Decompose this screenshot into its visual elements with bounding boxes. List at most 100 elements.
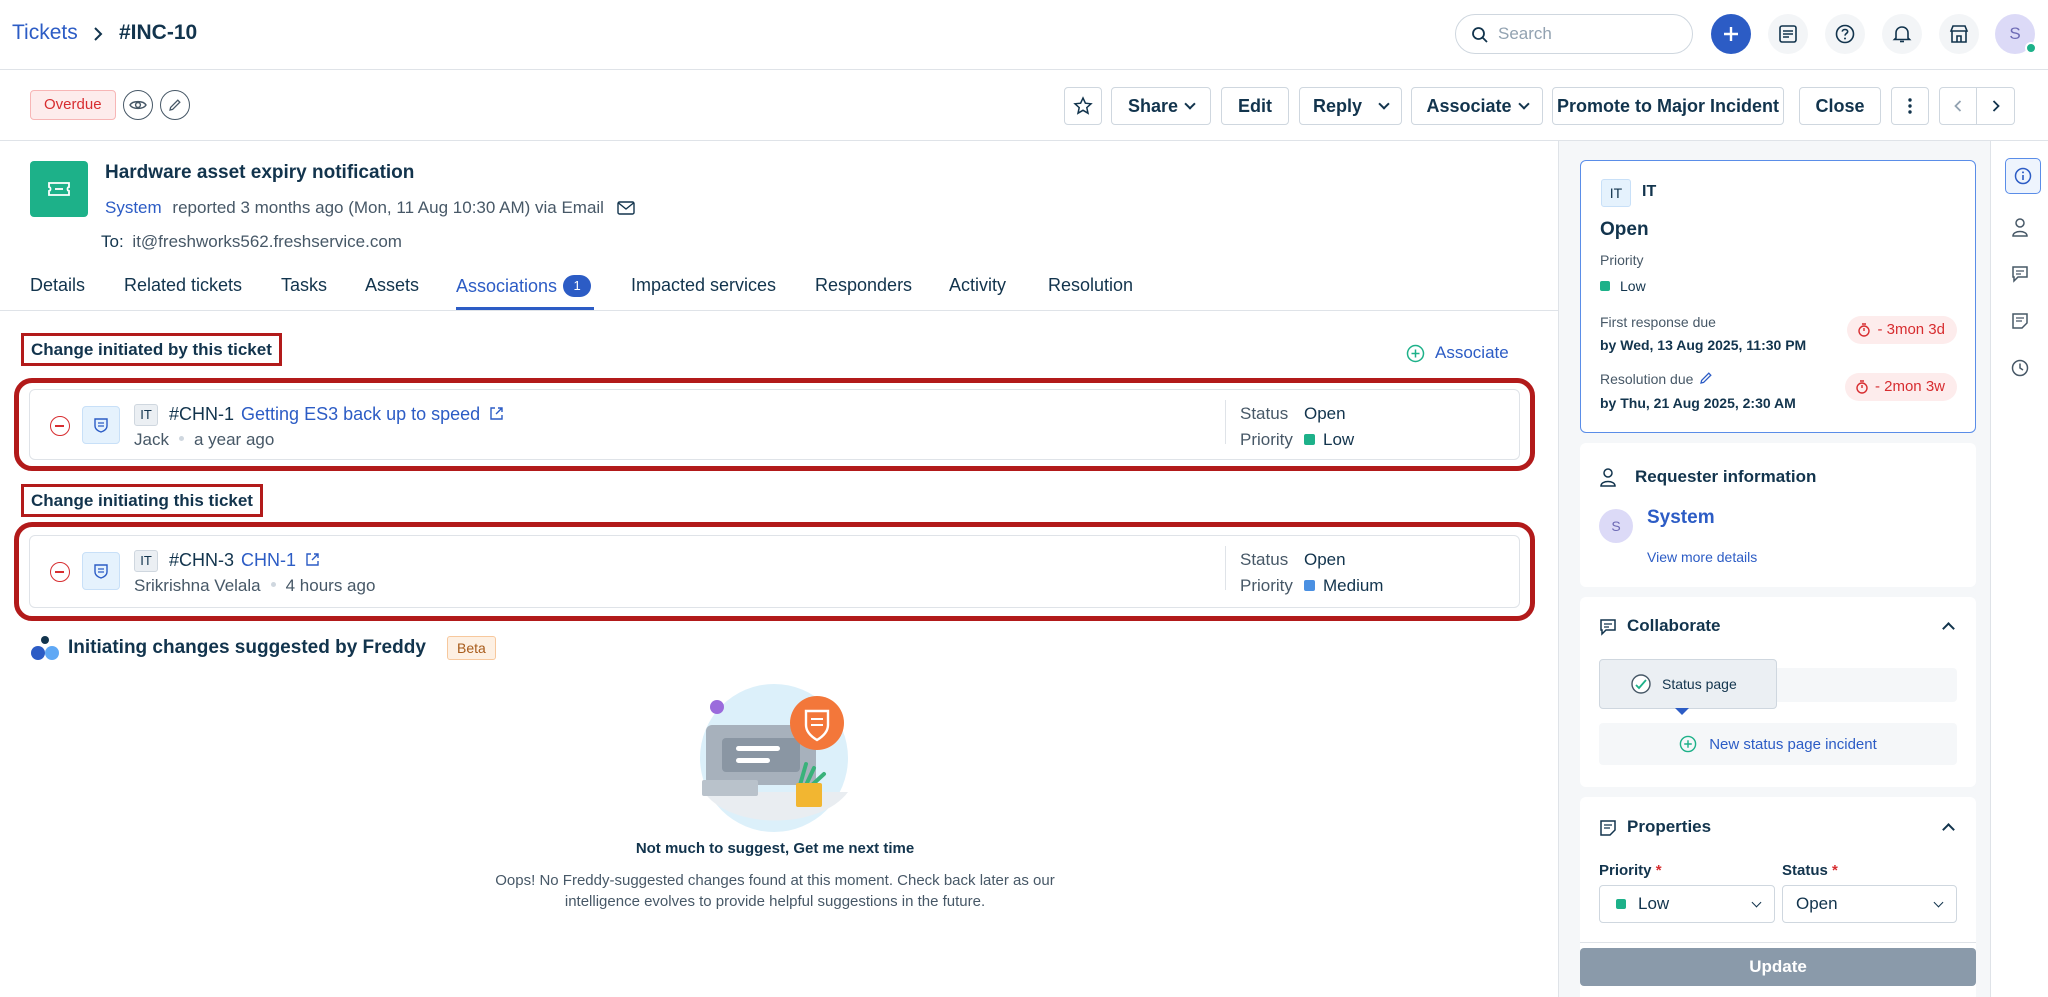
edit-ticket-icon-button[interactable]: [160, 90, 190, 120]
associate-link-label: Associate: [1435, 343, 1509, 362]
ticket-status: Open: [1600, 219, 1649, 240]
freddy-icon: [30, 634, 60, 664]
ticket-sidebar: IT IT Open Priority Low First response d…: [1558, 141, 1990, 997]
resolution-label-text: Resolution due: [1600, 371, 1694, 387]
requester-name-link[interactable]: System: [1647, 507, 1715, 529]
tab-tasks[interactable]: Tasks: [281, 275, 327, 296]
next-ticket-button[interactable]: [1977, 88, 2014, 124]
associate-link[interactable]: Associate: [1406, 343, 1509, 363]
tab-activity[interactable]: Activity: [949, 275, 1006, 296]
requester-avatar: S: [1599, 509, 1633, 543]
ticket-status-card: IT IT Open Priority Low First response d…: [1580, 160, 1976, 433]
view-more-details-link[interactable]: View more details: [1647, 549, 1757, 565]
priority-label: Priority: [1240, 430, 1293, 449]
store-button[interactable]: [1939, 14, 1979, 54]
priority-low-indicator: [1616, 899, 1626, 909]
collapse-chevron-icon[interactable]: [1942, 622, 1955, 635]
status-field-label-text: Status: [1782, 862, 1828, 879]
edit-resolution-icon[interactable]: [1699, 371, 1713, 385]
collapse-chevron-icon[interactable]: [1942, 823, 1955, 836]
tab-resolution[interactable]: Resolution: [1048, 275, 1133, 296]
change-id: #CHN-1: [169, 404, 235, 424]
reply-button[interactable]: Reply: [1299, 87, 1402, 125]
store-icon: [1949, 25, 1969, 43]
resolution-label: Resolution due: [1600, 371, 1713, 387]
associate-label: Associate: [1426, 95, 1512, 116]
watch-button[interactable]: [123, 90, 153, 120]
external-link-icon[interactable]: [489, 406, 504, 421]
online-status-dot: [2025, 42, 2037, 54]
favorite-button[interactable]: [1064, 87, 1102, 125]
status-select[interactable]: Open: [1782, 885, 1957, 923]
initiating-highlight: IT #CHN-3 CHN-1 Srikrishna Velala 4 hours…: [14, 522, 1535, 621]
change-title-link[interactable]: CHN-1: [241, 550, 296, 570]
remove-association-icon[interactable]: [50, 562, 70, 582]
status-value: Open: [1304, 550, 1346, 569]
update-button[interactable]: Update: [1580, 948, 1976, 986]
tab-responders[interactable]: Responders: [815, 275, 912, 296]
close-ticket-button[interactable]: Close: [1799, 87, 1881, 125]
priority-text: Medium: [1323, 576, 1384, 595]
catalog-icon: [1779, 25, 1797, 43]
previous-ticket-button[interactable]: [1940, 88, 1978, 124]
change-type-icon: [82, 406, 120, 444]
change-id-row: #CHN-1 Getting ES3 back up to speed: [169, 404, 504, 425]
search-box[interactable]: [1455, 14, 1693, 54]
add-circle-icon: [1406, 344, 1425, 362]
status-field-label: Status *: [1782, 862, 1838, 879]
card-divider: [1225, 400, 1226, 444]
breadcrumb-tickets-link[interactable]: Tickets: [12, 21, 78, 45]
status-page-tab[interactable]: Status page: [1599, 659, 1777, 709]
association-card-chn-1: IT #CHN-1 Getting ES3 back up to speed J…: [29, 389, 1520, 460]
rail-timeline-button[interactable]: [2007, 355, 2033, 381]
rail-requester-button[interactable]: [2007, 214, 2033, 240]
association-card-chn-3: IT #CHN-3 CHN-1 Srikrishna Velala 4 hours…: [29, 535, 1520, 608]
edit-button[interactable]: Edit: [1221, 87, 1289, 125]
chevron-right-icon: [1992, 100, 2000, 112]
priority-field-label-text: Priority: [1599, 862, 1652, 879]
rail-collaborate-button[interactable]: [2007, 261, 2033, 287]
help-icon: [1835, 24, 1855, 44]
tab-impacted-services[interactable]: Impacted services: [631, 275, 776, 296]
requester-title: Requester information: [1635, 467, 1817, 486]
ticket-title: Hardware asset expiry notification: [105, 162, 415, 183]
to-email: it@freshworks562.freshservice.com: [132, 232, 402, 251]
close-label: Close: [1815, 95, 1865, 116]
remove-association-icon[interactable]: [50, 416, 70, 436]
catalog-button[interactable]: [1768, 14, 1808, 54]
promote-major-incident-button[interactable]: Promote to Major Incident: [1552, 87, 1784, 125]
more-options-button[interactable]: [1891, 87, 1929, 125]
empty-state-title: Not much to suggest, Get me next time: [635, 840, 915, 857]
section-label-initiated-by: Change initiated by this ticket: [21, 333, 282, 366]
change-owner: Srikrishna Velala: [134, 576, 261, 595]
change-title-link[interactable]: Getting ES3 back up to speed: [241, 404, 480, 424]
user-icon: [1599, 467, 1617, 487]
search-input[interactable]: [1498, 23, 1678, 45]
change-time: 4 hours ago: [285, 576, 376, 595]
timer-icon: [1858, 323, 1871, 337]
collaborate-title: Collaborate: [1627, 616, 1721, 635]
notifications-button[interactable]: [1882, 14, 1922, 54]
associate-dropdown-button[interactable]: Associate: [1411, 87, 1543, 125]
change-id-row: #CHN-3 CHN-1: [169, 550, 320, 571]
promote-label: Promote to Major Incident: [1556, 95, 1779, 116]
reporter-link[interactable]: System: [105, 198, 162, 217]
new-status-page-incident-button[interactable]: New status page incident: [1599, 723, 1957, 765]
tab-related-tickets[interactable]: Related tickets: [124, 275, 242, 296]
tab-assets[interactable]: Assets: [365, 275, 419, 296]
chevron-down-icon: [1751, 897, 1762, 908]
to-label: To:: [101, 232, 124, 251]
external-link-icon[interactable]: [305, 552, 320, 567]
priority-select[interactable]: Low: [1599, 885, 1775, 923]
tab-pointer-icon: [1675, 708, 1689, 715]
tab-details[interactable]: Details: [30, 275, 85, 296]
priority-text: Low: [1620, 278, 1646, 294]
pencil-icon: [169, 99, 181, 111]
tab-associations[interactable]: Associations 1: [456, 275, 592, 297]
new-item-button[interactable]: [1711, 14, 1751, 54]
priority-low-indicator: [1600, 281, 1610, 291]
rail-info-button[interactable]: [2005, 158, 2041, 194]
share-button[interactable]: Share: [1111, 87, 1211, 125]
rail-properties-button[interactable]: [2007, 308, 2033, 334]
help-button[interactable]: [1825, 14, 1865, 54]
